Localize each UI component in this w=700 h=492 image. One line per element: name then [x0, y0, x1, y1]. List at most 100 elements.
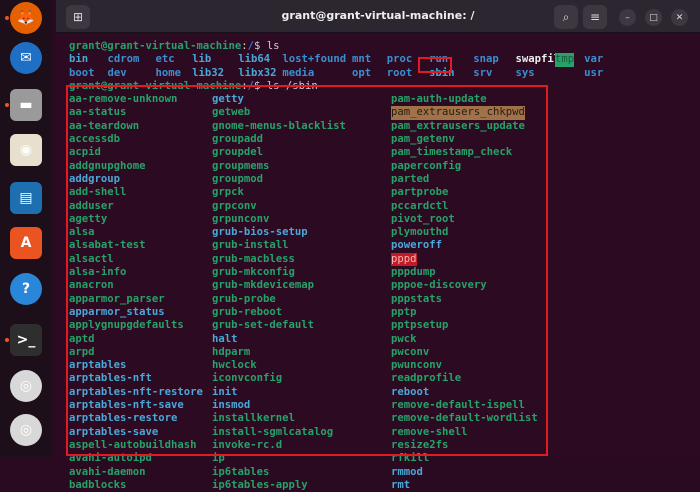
- ls-output-row: boot dev home lib32 libx32 media opt root sbin sr…: [69, 66, 603, 80]
- ls-entry: srv: [473, 66, 493, 79]
- sbin-entry: acpid: [69, 146, 101, 159]
- dock-files-button[interactable]: ▬: [10, 89, 42, 121]
- sbin-entry: paperconfig: [391, 159, 462, 172]
- dock-disc-button[interactable]: ◎: [10, 370, 42, 402]
- sbin-entry: arpd: [69, 345, 95, 358]
- ls-entry: root: [386, 66, 413, 79]
- sbin-entry: arptables-save: [69, 425, 159, 438]
- ls-entry: etc: [155, 53, 175, 66]
- sbin-entry: rmmod: [391, 465, 423, 478]
- sbin-listing-row: badblocks ip6tables-apply rmt: [69, 479, 410, 492]
- prompt-symbol: $: [254, 40, 267, 52]
- sbin-entry: alsactl: [69, 252, 114, 265]
- sbin-entry: arptables-nft-restore: [69, 385, 203, 398]
- sbin-entry: grub-set-default: [212, 319, 315, 332]
- sbin-listing-row: alsa grub-bios-setup plymouthd: [69, 226, 448, 239]
- sbin-entry: pptp: [391, 305, 417, 318]
- running-indicator: [5, 16, 9, 20]
- maximize-icon: □: [649, 12, 658, 23]
- dock-software-center-button[interactable]: A: [10, 227, 42, 259]
- sbin-entry: readprofile: [391, 372, 462, 385]
- sbin-entry: pppdump: [391, 266, 436, 279]
- sbin-entry: hwclock: [212, 359, 257, 372]
- dock-firefox-button[interactable]: 🦊: [10, 2, 42, 34]
- dock-thunderbird-button[interactable]: ✉: [10, 42, 42, 74]
- ls-entry: snap: [473, 53, 499, 66]
- prompt-symbol: $: [254, 79, 267, 92]
- ls-entry: var: [584, 53, 604, 66]
- maximize-button[interactable]: □: [645, 9, 662, 26]
- sbin-entry: remove-shell: [391, 425, 468, 438]
- sbin-entry: aa-teardown: [69, 119, 140, 132]
- terminal-window: ⊞ grant@grant-virtual-machine: / ⌕ ≡ – □…: [56, 0, 700, 491]
- sbin-listing-row: addgnupghome groupmems paperconfig: [69, 159, 461, 173]
- sbin-entry: apparmor_parser: [69, 292, 165, 305]
- dock-terminal-button[interactable]: >_: [10, 324, 42, 356]
- sbin-listing-row: arptables-nft iconvconfig readprofile: [69, 372, 461, 385]
- sbin-entry: grub-install: [212, 239, 289, 252]
- dock-help-button[interactable]: ?: [10, 273, 42, 305]
- ls-entry: media: [282, 66, 315, 79]
- dock-disc-button[interactable]: ◎: [10, 414, 42, 446]
- sbin-entry: grub-probe: [212, 292, 276, 305]
- sbin-listing-row: aspell-autobuildhash invoke-rc.d resize2fs: [69, 438, 448, 452]
- sbin-entry: pwconv: [391, 345, 430, 358]
- sbin-entry: add-shell: [69, 186, 127, 199]
- sbin-entry: arptables-nft: [69, 372, 152, 385]
- close-icon: ✕: [675, 12, 684, 23]
- prompt-user: grant@grant-virtual-machine: [69, 40, 242, 52]
- search-button[interactable]: ⌕: [554, 5, 578, 29]
- sbin-entry: alsabat-test: [69, 239, 146, 252]
- sbin-entry: grpunconv: [212, 212, 270, 225]
- terminal-output[interactable]: grant@grant-virtual-machine:/$ ls bin cdro…: [69, 40, 603, 492]
- sbin-entry: groupdel: [212, 146, 264, 159]
- sbin-entry: getweb: [212, 106, 251, 119]
- sbin-listing-row: arptables-nft-restore init reboot: [69, 385, 429, 399]
- command: ls: [266, 40, 280, 52]
- sbin-listing-row: addgroup groupmod parted: [69, 173, 429, 186]
- sbin-listing-row: apparmor_parser grub-probe pppstats: [69, 292, 442, 306]
- sbin-listing-row: adduser grpconv pccardctl: [69, 199, 448, 213]
- minimize-button[interactable]: –: [619, 9, 636, 26]
- hamburger-icon: ≡: [589, 10, 601, 24]
- sbin-entry: grub-bios-setup: [212, 226, 308, 239]
- sbin-listing-row: aa-status getweb pam_extrausers_chkpwd: [69, 106, 525, 120]
- sbin-highlight-box: [418, 57, 452, 73]
- dock-libreoffice-writer-button[interactable]: ▤: [10, 182, 42, 214]
- sbin-entry: grpck: [212, 186, 244, 199]
- ls-entry: proc: [386, 53, 413, 66]
- ls-entry: usr: [584, 66, 604, 79]
- sbin-entry: pam_timestamp_check: [391, 146, 513, 159]
- sbin-entry: aa-remove-unknown: [69, 93, 178, 106]
- sbin-entry: grpconv: [212, 199, 257, 212]
- sbin-entry: arptables-nft-save: [69, 399, 184, 412]
- ls-entry: lib: [192, 53, 212, 66]
- sbin-entry: pam_extrausers_chkpwd: [391, 106, 525, 120]
- close-button[interactable]: ✕: [671, 9, 688, 26]
- sbin-listing-row: arpd hdparm pwconv: [69, 345, 429, 359]
- sbin-listing-row: aptd halt pwck: [69, 332, 417, 346]
- sbin-entry: grub-macbless: [212, 252, 295, 265]
- sbin-entry: grub-mkconfig: [212, 266, 295, 279]
- sbin-entry: aa-status: [69, 106, 127, 119]
- sbin-entry: aptd: [69, 332, 95, 345]
- sbin-entry: iconvconfig: [212, 372, 283, 385]
- ls-entry: opt: [351, 66, 372, 79]
- sbin-entry: apparmor_status: [69, 305, 165, 318]
- sbin-entry: addgnupghome: [69, 159, 146, 172]
- search-icon: ⌕: [562, 9, 570, 24]
- prompt-line: grant@grant-virtual-machine:/$ ls /sbin: [69, 80, 318, 93]
- sbin-entry: remove-default-ispell: [391, 399, 525, 412]
- running-indicator: [5, 338, 9, 342]
- sbin-entry: pam-auth-update: [391, 93, 487, 106]
- ls-entry: dev: [107, 66, 127, 79]
- sbin-listing-row: avahi-daemon ip6tables rmmod: [69, 466, 423, 479]
- ls-entry: lib64: [238, 53, 271, 66]
- menu-button[interactable]: ≡: [583, 5, 607, 29]
- dock-rhythmbox-button[interactable]: ◉: [10, 134, 42, 166]
- sbin-entry: groupadd: [212, 133, 264, 146]
- ls-entry: lib32: [192, 66, 225, 79]
- sbin-entry: invoke-rc.d: [212, 438, 283, 451]
- sbin-listing-row: agetty grpunconv pivot_root: [69, 212, 455, 226]
- sbin-listing-row: alsa-info grub-mkconfig pppdump: [69, 266, 436, 279]
